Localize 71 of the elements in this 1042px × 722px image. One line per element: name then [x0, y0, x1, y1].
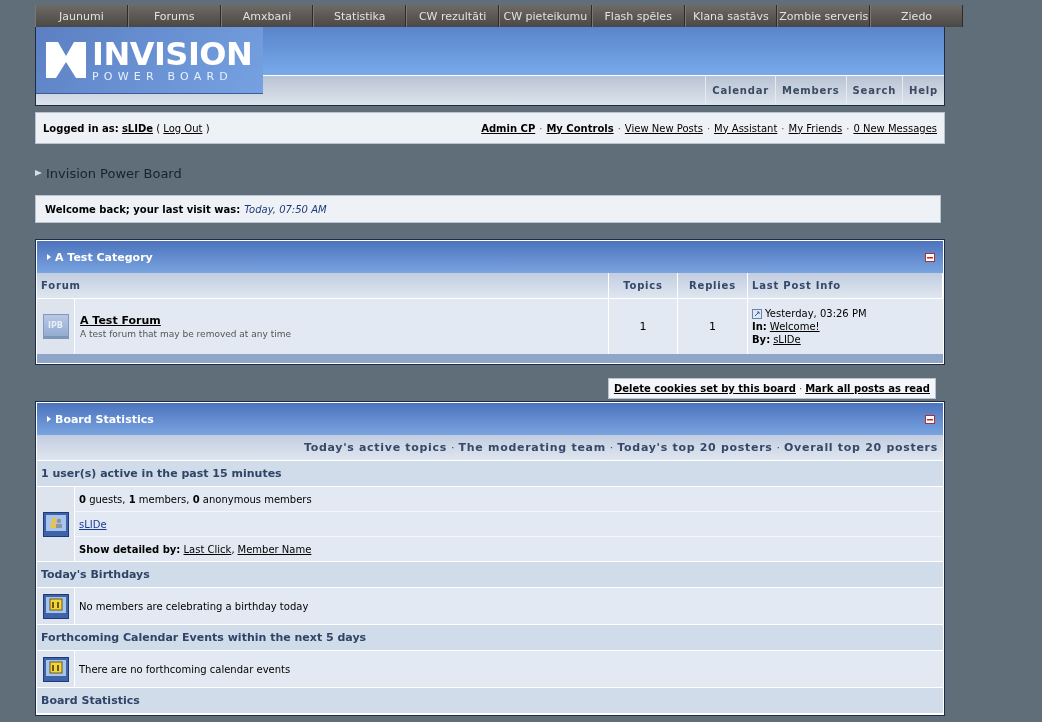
welcome-text: Welcome back; your last visit was: [45, 203, 241, 215]
section-heading: 1 user(s) active in the past 15 minutes [37, 461, 943, 487]
column-header: Forum [37, 273, 609, 299]
online-summary: 0 guests, 1 members, 0 anonymous members [79, 493, 312, 505]
calendar-icon [42, 593, 69, 619]
by-label: By: [752, 334, 771, 345]
paren: ( [156, 122, 161, 134]
user-link[interactable]: My Friends [788, 122, 843, 134]
separator: · [539, 122, 543, 134]
collapse-icon[interactable] [925, 252, 935, 262]
notice-text: No members are celebrating a birthday today [79, 600, 309, 612]
column-header: Replies [678, 273, 748, 299]
forum-description: A test forum that may be removed at any time [80, 329, 291, 339]
section-heading: Today's Birthdays [37, 562, 943, 588]
header-link[interactable]: Members [774, 76, 846, 105]
author-link[interactable]: sLIDe [773, 334, 801, 345]
user-link[interactable]: My Assistant [714, 122, 778, 134]
separator: · [781, 122, 785, 134]
header-link[interactable]: Calendar [705, 76, 775, 105]
login-label: Logged in as: [43, 122, 119, 134]
collapse-icon[interactable] [925, 414, 935, 424]
last-post-time: Yesterday, 03:26 PM [765, 308, 867, 319]
user-link[interactable]: View New Posts [624, 122, 703, 134]
arrow-icon [47, 416, 51, 422]
sort-link[interactable]: Member Name [237, 543, 312, 555]
replies-count: 1 [709, 320, 716, 333]
stats-link[interactable]: Today's top 20 posters [617, 441, 773, 454]
logout-link[interactable]: Log Out [163, 122, 203, 134]
section-heading: Board Statistics [37, 688, 943, 714]
stats-link[interactable]: Today's active topics [303, 441, 448, 454]
user-link[interactable]: Admin CP [481, 122, 536, 134]
category-title[interactable]: A Test Category [55, 250, 153, 264]
separator: · [776, 441, 781, 454]
last-visit-time: Today, 07:50 AM [244, 203, 327, 215]
separator: , [231, 543, 235, 555]
arrow-icon [47, 254, 51, 260]
users-icon [42, 511, 69, 537]
board-link[interactable]: Mark all posts as read [805, 383, 930, 394]
separator: · [846, 122, 850, 134]
user-link[interactable]: My Controls [546, 122, 614, 134]
forum-icon: IPB [42, 314, 69, 339]
logo-icon [46, 42, 86, 78]
member-link[interactable]: sLIDe [79, 518, 107, 530]
user-link[interactable]: 0 New Messages [853, 122, 937, 134]
column-header: Last Post Info [748, 273, 943, 299]
paren: ) [205, 122, 210, 134]
stats-link[interactable]: The moderating team [458, 441, 606, 454]
separator: · [609, 441, 614, 454]
column-header: Topics [609, 273, 678, 299]
stats-link[interactable]: Overall top 20 posters [784, 441, 938, 454]
board-link[interactable]: Delete cookies set by this board [613, 383, 796, 394]
topics-count: 1 [639, 320, 647, 333]
separator: · [617, 122, 621, 134]
breadcrumb-icon [35, 169, 43, 177]
topic-link[interactable]: Welcome! [769, 321, 820, 332]
calendar-icon [42, 656, 69, 682]
in-label: In: [752, 321, 767, 332]
notice-text: There are no forthcoming calendar events [79, 663, 291, 675]
separator: · [451, 441, 455, 454]
header-link[interactable]: Help [902, 76, 944, 105]
separator: · [798, 383, 803, 394]
header-link[interactable]: Search [845, 76, 903, 105]
sort-label: Show detailed by: [79, 543, 181, 555]
section-heading: Forthcoming Calendar Events within the next 5 days [37, 625, 943, 651]
logo-title: INVISION [92, 37, 253, 70]
logo-subtitle: POWER BOARD [92, 69, 234, 83]
forum-link[interactable]: A Test Forum [80, 314, 161, 327]
separator: · [706, 122, 711, 134]
stats-title[interactable]: Board Statistics [55, 412, 154, 426]
username-link[interactable]: sLIDe [121, 122, 154, 134]
post-icon[interactable] [752, 308, 762, 319]
